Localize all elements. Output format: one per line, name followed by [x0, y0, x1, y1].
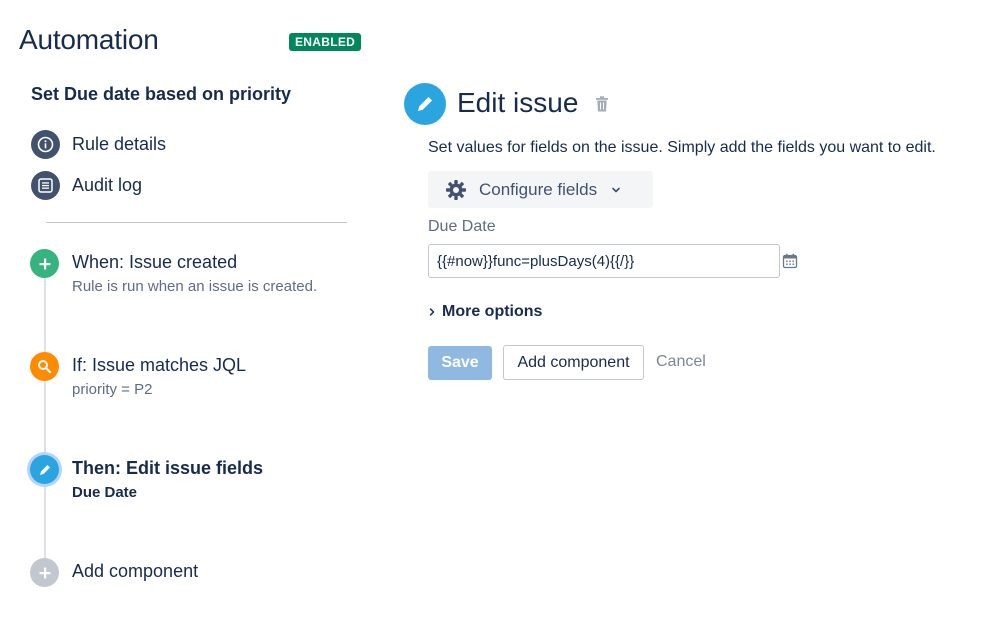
nav-item-rule-details[interactable]: Rule details [31, 129, 166, 159]
sidebar-divider [46, 222, 347, 223]
step-subtitle: priority = P2 [72, 381, 153, 398]
chevron-down-icon [612, 187, 620, 192]
step-subtitle: Rule is run when an issue is created. [72, 278, 318, 295]
step-title: Then: Edit issue fields [72, 458, 264, 478]
chevron-right-icon [429, 308, 435, 316]
pencil-icon [30, 455, 59, 484]
due-date-input[interactable] [428, 244, 780, 278]
rule-name: Set Due date based on priority [31, 84, 292, 104]
nav-item-label: Rule details [72, 133, 167, 154]
cancel-button[interactable]: Cancel [656, 353, 706, 371]
editor-title: Edit issue [457, 87, 579, 118]
configure-fields-label: Configure fields [479, 179, 598, 199]
search-icon [30, 352, 59, 381]
nav-item-audit-log[interactable]: Audit log [31, 170, 142, 200]
status-badge: ENABLED [289, 33, 362, 51]
plus-icon [30, 558, 59, 587]
list-icon [31, 170, 60, 200]
step-title: Add component [72, 561, 199, 581]
trash-icon[interactable] [595, 96, 609, 112]
due-date-label: Due Date [428, 218, 496, 235]
info-icon [31, 129, 60, 159]
add-component-button[interactable]: Add component [503, 345, 644, 380]
plus-icon [30, 249, 59, 278]
editor-description: Set values for fields on the issue. Simp… [428, 139, 936, 156]
step-title: If: Issue matches JQL [72, 355, 247, 375]
nav-item-label: Audit log [72, 174, 143, 195]
step-title: When: Issue created [72, 252, 238, 272]
save-button[interactable]: Save [428, 346, 492, 380]
step-subtitle: Due Date [72, 484, 138, 501]
calendar-icon[interactable] [782, 253, 798, 269]
more-options-label: More options [442, 303, 543, 320]
configure-fields-button[interactable]: Configure fields [428, 171, 653, 208]
gear-icon [446, 179, 466, 200]
timeline-connector [44, 262, 46, 572]
page-title: Automation [19, 24, 159, 55]
pencil-icon [404, 83, 446, 125]
more-options-toggle[interactable]: More options [428, 303, 542, 321]
